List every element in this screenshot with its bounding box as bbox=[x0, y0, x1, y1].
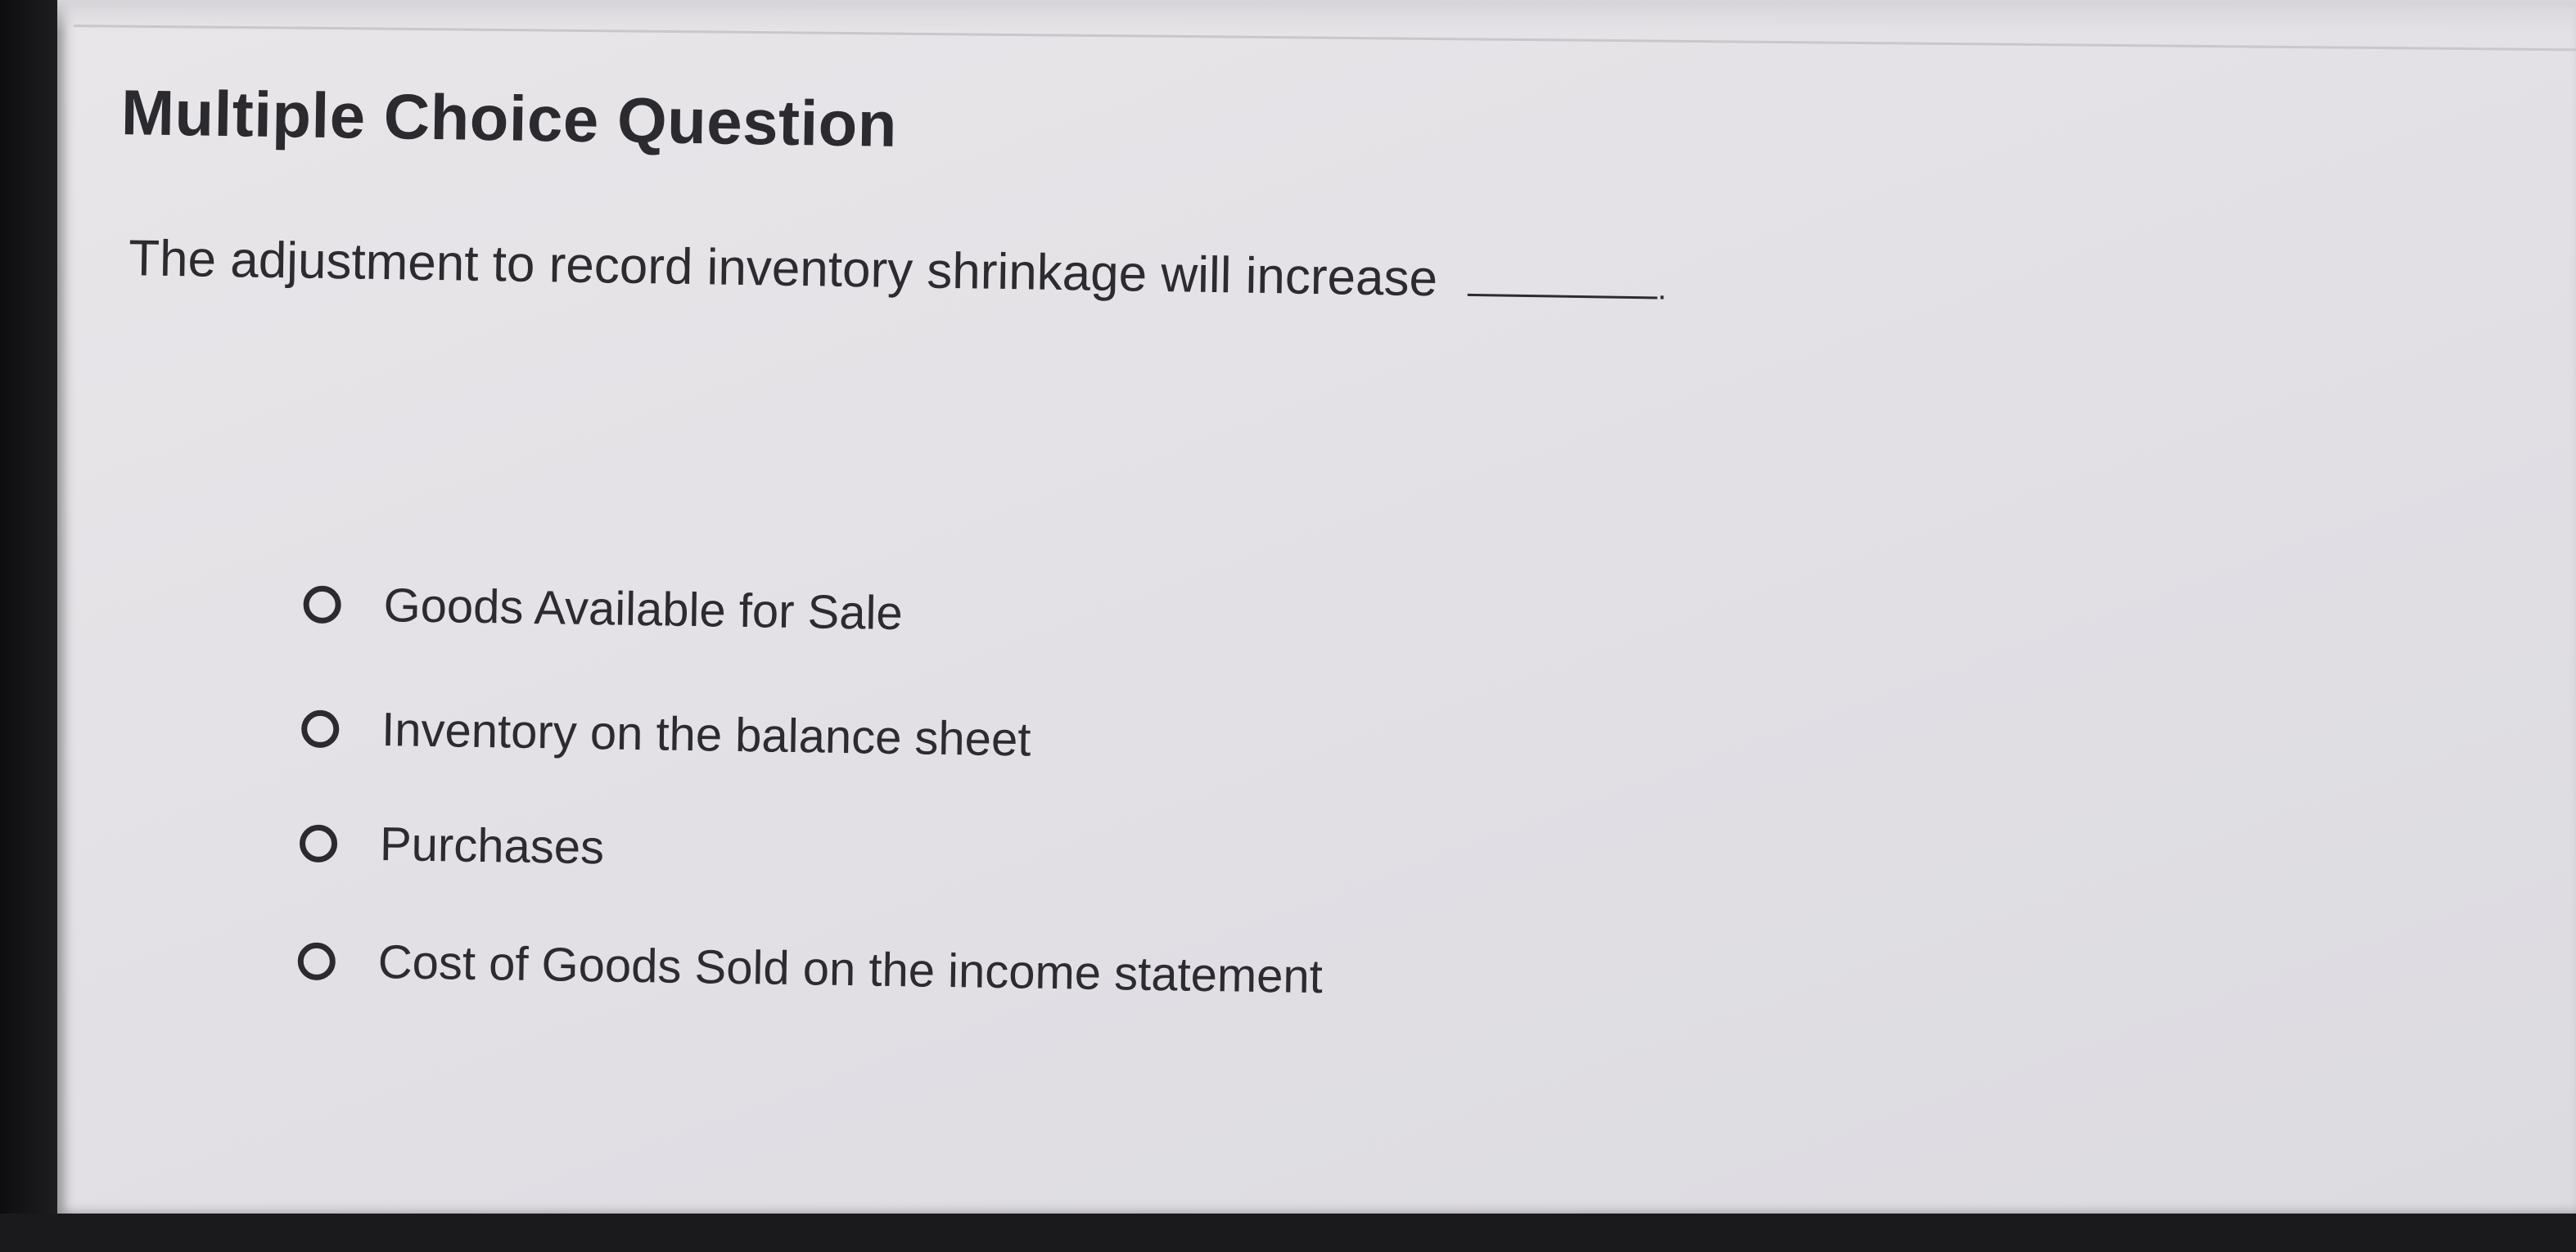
answer-option-label[interactable]: Cost of Goods Sold on the income stateme… bbox=[377, 934, 1323, 1006]
answer-option[interactable]: Purchases bbox=[299, 815, 605, 889]
answer-option-label[interactable]: Purchases bbox=[379, 816, 605, 876]
answer-option[interactable]: Inventory on the balance sheet bbox=[300, 700, 1031, 774]
answer-blank bbox=[1467, 252, 1658, 299]
question-panel: Multiple Choice Question The adjustment … bbox=[0, 0, 2576, 1252]
radio-button-icon[interactable] bbox=[299, 824, 338, 863]
answer-option[interactable]: Cost of Goods Sold on the income stateme… bbox=[297, 932, 1323, 1006]
blank-period: . bbox=[1657, 270, 1667, 307]
question-type-heading: Multiple Choice Question bbox=[120, 75, 898, 160]
answer-option-label[interactable]: Goods Available for Sale bbox=[383, 577, 903, 642]
answer-option-label[interactable]: Inventory on the balance sheet bbox=[381, 701, 1031, 768]
answer-options: Goods Available for Sale Inventory on th… bbox=[296, 576, 1323, 1057]
radio-button-icon[interactable] bbox=[297, 942, 336, 981]
question-prompt: The adjustment to record inventory shrin… bbox=[129, 229, 1667, 312]
radio-button-icon[interactable] bbox=[300, 709, 340, 749]
question-prompt-text: The adjustment to record inventory shrin… bbox=[128, 230, 1438, 308]
radio-button-icon[interactable] bbox=[303, 585, 341, 624]
answer-option[interactable]: Goods Available for Sale bbox=[303, 576, 903, 650]
